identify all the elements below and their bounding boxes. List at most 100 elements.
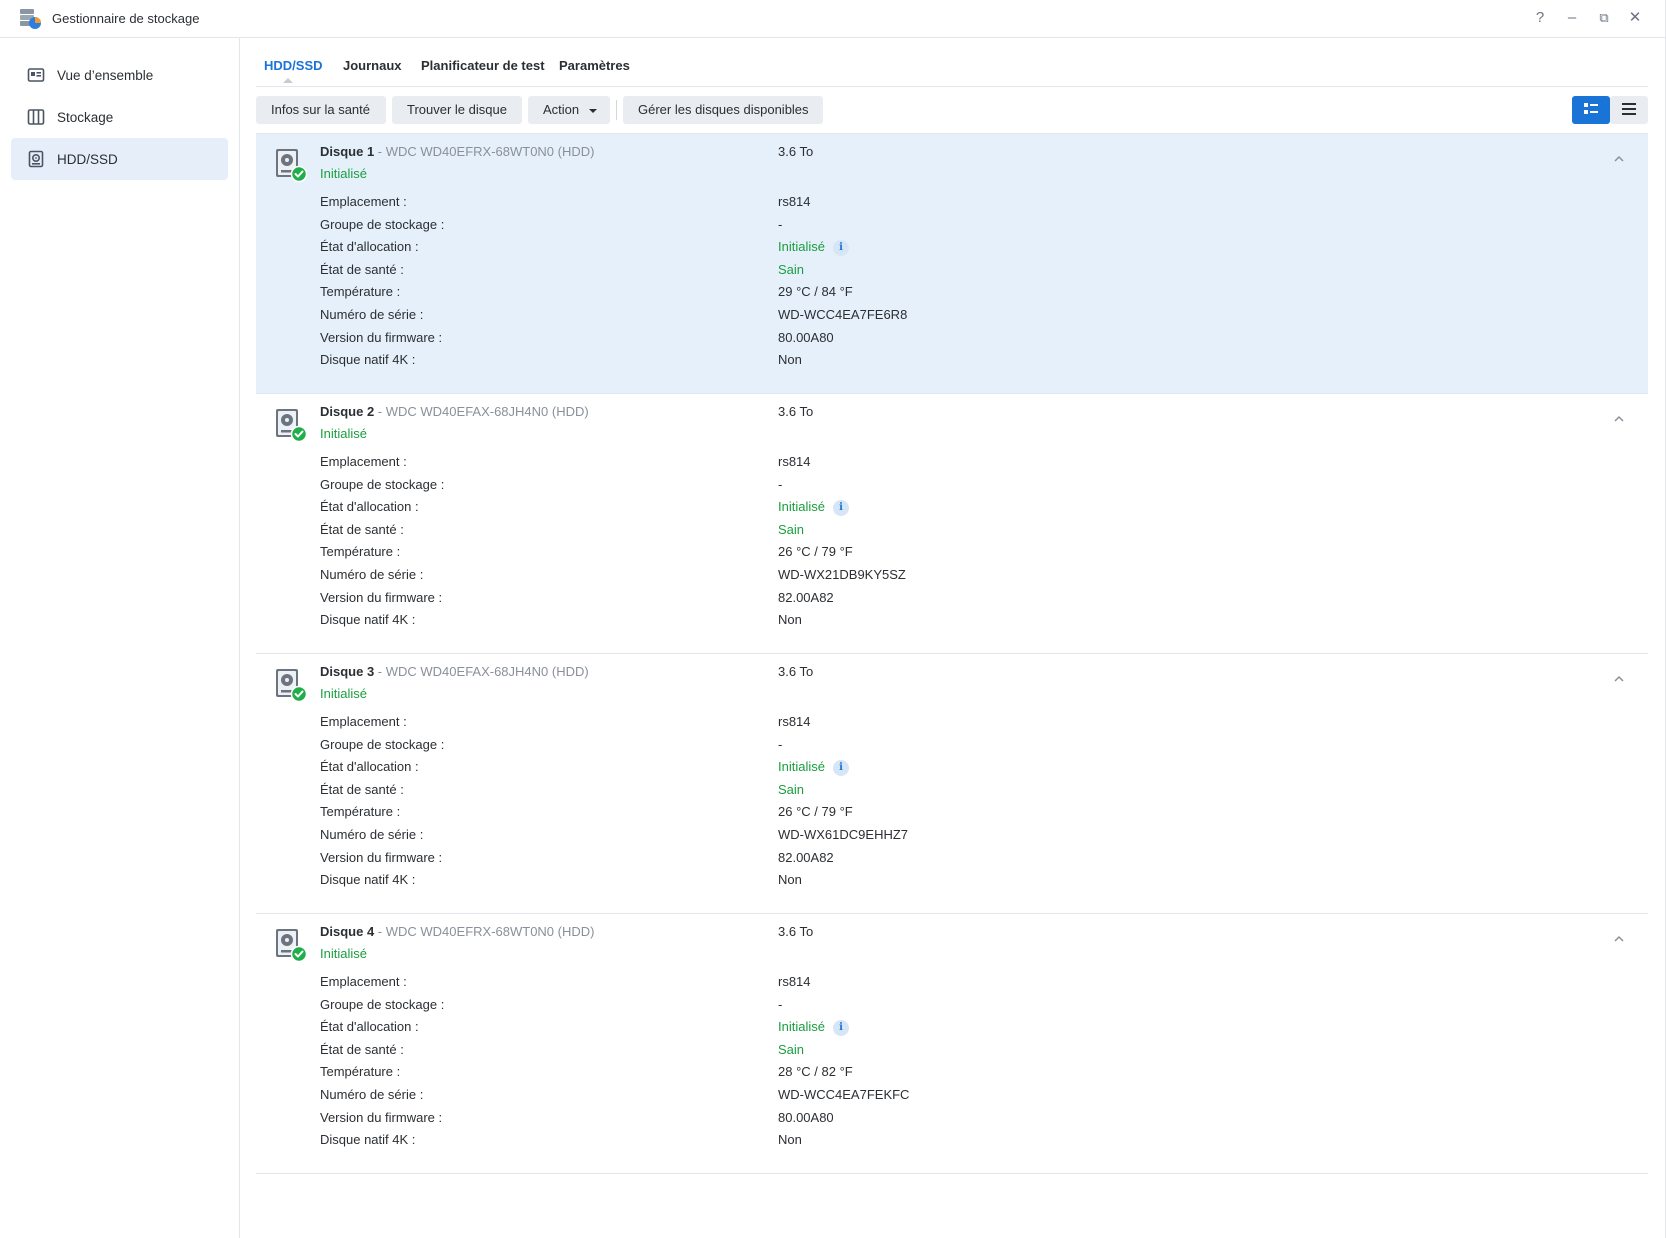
disk-model: - WDC WD40EFAX-68JH4N0 (HDD) bbox=[374, 404, 589, 419]
caret-down-icon bbox=[588, 108, 597, 113]
action-dropdown-button[interactable]: Action bbox=[528, 96, 610, 124]
field-value-firmware: 82.00A82 bbox=[778, 849, 834, 865]
field-label: Disque natif 4K : bbox=[320, 352, 416, 368]
info-icon[interactable]: i bbox=[832, 239, 849, 256]
disk-name: Disque 2 bbox=[320, 404, 375, 419]
detail-view-button[interactable] bbox=[1572, 96, 1610, 124]
field-row-location: Emplacement : rs814 bbox=[320, 194, 1620, 214]
field-value-firmware: 80.00A80 bbox=[778, 1109, 834, 1125]
field-row-firmware: Version du firmware : 80.00A80 bbox=[320, 1110, 1620, 1130]
disk-size: 3.6 To bbox=[778, 404, 814, 419]
info-icon[interactable]: i bbox=[832, 499, 849, 516]
chevron-up-icon[interactable] bbox=[1612, 412, 1626, 426]
field-row-serial: Numéro de série : WD-WX21DB9KY5SZ bbox=[320, 567, 1620, 587]
disk-name: Disque 4 bbox=[320, 924, 375, 939]
restore-icon[interactable]: ⧉ bbox=[1594, 8, 1614, 28]
field-label: Version du firmware : bbox=[320, 589, 443, 605]
disk-entry[interactable]: Disque 1 - WDC WD40EFRX-68WT0N0 (HDD) Ini… bbox=[256, 134, 1648, 394]
field-row-firmware: Version du firmware : 80.00A80 bbox=[320, 330, 1620, 350]
info-icon[interactable]: i bbox=[832, 1019, 849, 1036]
disk-header: Disque 2 - WDC WD40EFAX-68JH4N0 (HDD) bbox=[320, 404, 589, 419]
field-row-temperature: Température : 26 °C / 79 °F bbox=[320, 544, 1620, 564]
sidebar-item-hdd-ssd[interactable]: HDD/SSD bbox=[11, 138, 228, 180]
tab-logs[interactable]: Journaux bbox=[343, 58, 402, 73]
disk-status: Initialisé bbox=[320, 426, 367, 441]
field-label: État d'allocation : bbox=[320, 239, 419, 255]
field-value-storage-pool: - bbox=[778, 476, 783, 492]
field-value-serial: WD-WX21DB9KY5SZ bbox=[778, 567, 906, 582]
field-value-location: rs814 bbox=[778, 194, 811, 209]
help-icon[interactable]: ? bbox=[1530, 8, 1550, 28]
allocation-value: Initialisé bbox=[778, 759, 825, 775]
hdd-healthy-icon bbox=[274, 667, 308, 703]
disk-entry[interactable]: Disque 3 - WDC WD40EFAX-68JH4N0 (HDD) Ini… bbox=[256, 654, 1648, 914]
tab-hdd-ssd[interactable]: HDD/SSD bbox=[264, 58, 323, 73]
field-row-storage-pool: Groupe de stockage : - bbox=[320, 737, 1620, 757]
field-label: État de santé : bbox=[320, 781, 404, 797]
field-row-storage-pool: Groupe de stockage : - bbox=[320, 217, 1620, 237]
field-row-health: État de santé : Sain bbox=[320, 522, 1620, 542]
field-label: Numéro de série : bbox=[320, 1087, 424, 1102]
field-label: État d'allocation : bbox=[320, 759, 419, 775]
field-row-native-4k: Disque natif 4K : Non bbox=[320, 352, 1620, 372]
close-icon[interactable]: ✕ bbox=[1625, 8, 1645, 28]
field-label: Numéro de série : bbox=[320, 827, 424, 842]
field-label: Disque natif 4K : bbox=[320, 872, 416, 888]
sidebar-item-label: Vue d’ensemble bbox=[57, 67, 154, 83]
tab-test-scheduler[interactable]: Planificateur de test bbox=[421, 58, 545, 73]
field-value-location: rs814 bbox=[778, 974, 811, 989]
info-icon[interactable]: i bbox=[832, 759, 849, 776]
field-label: Disque natif 4K : bbox=[320, 1132, 416, 1148]
field-label: Version du firmware : bbox=[320, 849, 443, 865]
field-row-temperature: Température : 28 °C / 82 °F bbox=[320, 1064, 1620, 1084]
storage-icon bbox=[27, 108, 45, 126]
disk-list: Disque 1 - WDC WD40EFRX-68WT0N0 (HDD) Ini… bbox=[256, 133, 1648, 1174]
disk-header: Disque 4 - WDC WD40EFRX-68WT0N0 (HDD) bbox=[320, 924, 594, 939]
hdd-healthy-icon bbox=[274, 927, 308, 963]
disk-entry[interactable]: Disque 2 - WDC WD40EFAX-68JH4N0 (HDD) Ini… bbox=[256, 394, 1648, 654]
field-value-serial: WD-WX61DC9EHHZ7 bbox=[778, 827, 909, 842]
disk-header: Disque 1 - WDC WD40EFRX-68WT0N0 (HDD) bbox=[320, 144, 594, 159]
find-disk-button[interactable]: Trouver le disque bbox=[392, 96, 522, 124]
field-label: Numéro de série : bbox=[320, 567, 424, 582]
field-row-allocation: État d'allocation : Initialisé i bbox=[320, 1019, 1620, 1039]
field-value-location: rs814 bbox=[778, 454, 811, 469]
disk-status: Initialisé bbox=[320, 166, 367, 181]
field-row-serial: Numéro de série : WD-WCC4EA7FEKFC bbox=[320, 1087, 1620, 1107]
sidebar-item-storage[interactable]: Stockage bbox=[11, 96, 228, 138]
field-value-storage-pool: - bbox=[778, 996, 783, 1012]
field-value-native-4k: Non bbox=[778, 352, 802, 368]
allocation-value: Initialisé bbox=[778, 239, 825, 255]
chevron-up-icon[interactable] bbox=[1612, 152, 1626, 166]
field-label: Groupe de stockage : bbox=[320, 736, 445, 752]
disk-size: 3.6 To bbox=[778, 924, 814, 939]
field-label: État de santé : bbox=[320, 521, 404, 537]
field-label: Emplacement : bbox=[320, 714, 407, 729]
field-value-native-4k: Non bbox=[778, 612, 802, 628]
field-value-health: Sain bbox=[778, 1041, 805, 1057]
health-info-button[interactable]: Infos sur la santé bbox=[256, 96, 386, 124]
tab-settings[interactable]: Paramètres bbox=[559, 58, 630, 73]
field-value-temperature: 26 °C / 79 °F bbox=[778, 544, 853, 560]
field-row-native-4k: Disque natif 4K : Non bbox=[320, 612, 1620, 632]
toolbar-divider bbox=[616, 100, 617, 120]
field-value-health: Sain bbox=[778, 781, 805, 797]
field-value-serial: WD-WCC4EA7FE6R8 bbox=[778, 307, 908, 322]
disk-size: 3.6 To bbox=[778, 144, 814, 159]
chevron-up-icon[interactable] bbox=[1612, 672, 1626, 686]
field-value-storage-pool: - bbox=[778, 216, 783, 232]
action-label: Action bbox=[543, 102, 580, 117]
manage-available-disks-button[interactable]: Gérer les disques disponibles bbox=[623, 96, 823, 124]
minimize-icon[interactable]: – bbox=[1562, 8, 1582, 28]
chevron-up-icon[interactable] bbox=[1612, 932, 1626, 946]
field-value-native-4k: Non bbox=[778, 872, 802, 888]
field-row-health: État de santé : Sain bbox=[320, 1042, 1620, 1062]
list-view-button[interactable] bbox=[1610, 96, 1648, 124]
field-label: Groupe de stockage : bbox=[320, 996, 445, 1012]
sidebar-item-overview[interactable]: Vue d’ensemble bbox=[11, 54, 228, 96]
disk-status: Initialisé bbox=[320, 946, 367, 961]
sidebar-item-label: HDD/SSD bbox=[57, 151, 118, 167]
field-value-native-4k: Non bbox=[778, 1132, 802, 1148]
disk-entry[interactable]: Disque 4 - WDC WD40EFRX-68WT0N0 (HDD) Ini… bbox=[256, 914, 1648, 1174]
sidebar: Vue d’ensemble Stockage HDD/SSD bbox=[0, 38, 240, 1238]
